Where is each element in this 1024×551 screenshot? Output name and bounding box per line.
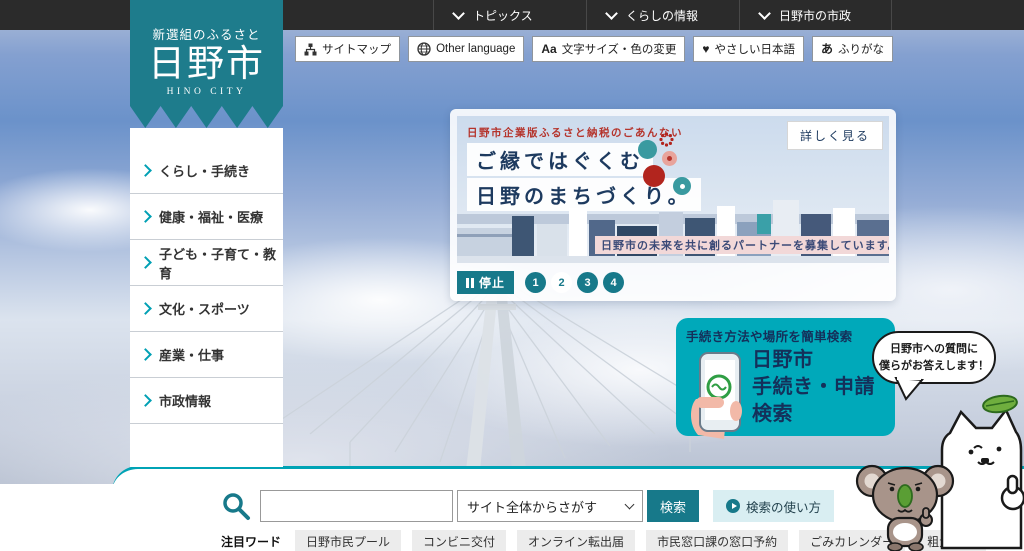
carousel-headline-line2: 日野のまちづくり。 bbox=[467, 178, 701, 211]
bubble-line1: 日野市への質問に bbox=[878, 341, 990, 358]
sitemap-button[interactable]: サイトマップ bbox=[295, 36, 400, 62]
sidebar-item-label: くらし・手続き bbox=[159, 161, 250, 180]
logo-panel: 新選組のふるさと 日野市 HINO CITY bbox=[130, 0, 283, 106]
search-help-label: 検索の使い方 bbox=[746, 497, 821, 516]
chevron-right-icon bbox=[139, 348, 152, 361]
globe-icon bbox=[417, 42, 431, 56]
sidebar-item-label: 産業・仕事 bbox=[159, 345, 224, 364]
chevron-right-icon bbox=[139, 210, 152, 223]
mascot-speech-bubble: 日野市への質問に 僕らがお答えします！ bbox=[872, 331, 996, 384]
chevron-right-icon bbox=[139, 164, 152, 177]
search-scope-select[interactable]: サイト全体からさがす bbox=[457, 490, 643, 522]
topnav-item-city-government[interactable]: 日野市の市政 bbox=[739, 0, 892, 30]
promo-title-line1: 日野市 bbox=[752, 347, 875, 374]
mascot-characters bbox=[850, 388, 1024, 551]
text-size-color-button[interactable]: Aa 文字サイズ・色の変更 bbox=[532, 36, 685, 62]
sidebar-item-label: 市政情報 bbox=[159, 391, 211, 410]
sidebar-item-label: 文化・スポーツ bbox=[159, 299, 250, 318]
stop-label: 停止 bbox=[479, 274, 505, 291]
utility-label: ふりがな bbox=[838, 41, 884, 57]
top-navigation: トピックス くらしの情報 日野市の市政 bbox=[433, 0, 892, 30]
furigana-icon: あ bbox=[821, 43, 833, 55]
phone-in-hand-icon bbox=[686, 347, 750, 439]
sidebar-item-culture-sports[interactable]: 文化・スポーツ bbox=[130, 286, 283, 332]
carousel-kicker: 日野市企業版ふるさと納税のごあんない bbox=[467, 125, 683, 140]
carousel-caption: 日野市の未来を共に創るパートナーを募集しています。 bbox=[595, 236, 889, 254]
promo-heading: 手続き方法や場所を簡単検索 bbox=[686, 326, 887, 345]
logo-zigzag-edge bbox=[130, 106, 283, 128]
site-search-bar: サイト全体からさがす 検索 検索の使い方 bbox=[221, 490, 834, 522]
play-circle-icon bbox=[726, 499, 740, 513]
carousel-controls: 停止 1 2 3 4 bbox=[457, 271, 889, 294]
chevron-right-icon bbox=[139, 394, 152, 407]
utility-label: やさしい日本語 bbox=[714, 41, 795, 57]
search-input[interactable] bbox=[260, 490, 453, 522]
carousel-stop-button[interactable]: 停止 bbox=[457, 271, 514, 294]
chevron-right-icon bbox=[139, 256, 152, 269]
topnav-item-topics[interactable]: トピックス bbox=[433, 0, 586, 30]
bottom-panel-left-fill bbox=[0, 484, 130, 551]
utility-bar: サイトマップ Other language Aa 文字サイズ・色の変更 ♥ やさ… bbox=[295, 36, 893, 62]
pause-icon bbox=[466, 278, 474, 288]
search-icon bbox=[221, 491, 251, 521]
decor-circle-salmon bbox=[662, 151, 677, 166]
chevron-right-icon bbox=[139, 302, 152, 315]
utility-label: サイトマップ bbox=[322, 41, 391, 57]
search-button[interactable]: 検索 bbox=[647, 490, 699, 522]
easy-japanese-button[interactable]: ♥ やさしい日本語 bbox=[693, 36, 804, 62]
bubble-line2: 僕らがお答えします！ bbox=[878, 358, 990, 375]
sitemap-icon bbox=[304, 43, 317, 56]
chevron-down-icon bbox=[605, 7, 618, 20]
utility-label: Other language bbox=[436, 43, 515, 55]
sidebar-menu: くらし・手続き 健康・福祉・医療 子ども・子育て・教育 文化・スポーツ 産業・仕… bbox=[130, 128, 283, 467]
sidebar-item-health-welfare[interactable]: 健康・福祉・医療 bbox=[130, 194, 283, 240]
search-scope-value: サイト全体からさがす bbox=[467, 497, 597, 516]
carousel-page-3[interactable]: 3 bbox=[577, 272, 598, 293]
text-size-icon: Aa bbox=[541, 43, 556, 55]
logo-romaji: HINO CITY bbox=[130, 87, 283, 97]
sidebar-item-label: 健康・福祉・医療 bbox=[159, 207, 263, 226]
decor-circle-teal-dot bbox=[673, 177, 691, 195]
chevron-down-icon bbox=[758, 7, 771, 20]
sidebar-item-children-education[interactable]: 子ども・子育て・教育 bbox=[130, 240, 283, 286]
keyword-tag[interactable]: コンビニ交付 bbox=[412, 530, 506, 551]
sidebar-item-industry-work[interactable]: 産業・仕事 bbox=[130, 332, 283, 378]
topnav-item-label: トピックス bbox=[473, 7, 533, 24]
hino-city-homepage: トピックス くらしの情報 日野市の市政 サイトマップ bbox=[0, 0, 1024, 551]
decor-circle-red bbox=[643, 165, 665, 187]
search-help-link[interactable]: 検索の使い方 bbox=[713, 490, 834, 522]
carousel-headline-line1: ご縁ではぐくむ bbox=[467, 143, 653, 176]
topnav-item-label: くらしの情報 bbox=[626, 7, 698, 24]
carousel-page-1[interactable]: 1 bbox=[525, 272, 546, 293]
detail-button[interactable]: 詳しく見る bbox=[787, 121, 883, 150]
chevron-down-icon bbox=[452, 7, 465, 20]
topnav-item-label: 日野市の市政 bbox=[779, 7, 851, 24]
carousel-slide-banner[interactable]: 日野市企業版ふるさと納税のごあんない ご縁ではぐくむ 日野のまちづくり。 日野市… bbox=[457, 116, 889, 263]
keyword-tag[interactable]: 市民窓口課の窓口予約 bbox=[646, 530, 788, 551]
chevron-down-icon bbox=[625, 500, 635, 510]
keywords-label: 注目ワード bbox=[221, 533, 281, 550]
flower-icon bbox=[659, 132, 674, 147]
furigana-button[interactable]: あ ふりがな bbox=[812, 36, 893, 62]
sidebar-item-label: 子ども・子育て・教育 bbox=[159, 244, 283, 282]
topnav-item-living-info[interactable]: くらしの情報 bbox=[586, 0, 739, 30]
carousel-page-2-active[interactable]: 2 bbox=[551, 272, 572, 293]
heart-icon: ♥ bbox=[702, 43, 709, 55]
utility-label: 文字サイズ・色の変更 bbox=[562, 41, 677, 57]
keyword-tag[interactable]: オンライン転出届 bbox=[517, 530, 635, 551]
site-logo[interactable]: 新選組のふるさと 日野市 HINO CITY bbox=[130, 0, 283, 128]
carousel-page-4[interactable]: 4 bbox=[603, 272, 624, 293]
sidebar-item-city-info[interactable]: 市政情報 bbox=[130, 378, 283, 424]
other-language-button[interactable]: Other language bbox=[408, 36, 524, 62]
decor-circle-teal bbox=[638, 140, 657, 159]
hero-carousel: 日野市企業版ふるさと納税のごあんない ご縁ではぐくむ 日野のまちづくり。 日野市… bbox=[450, 109, 896, 301]
sidebar-item-living-procedures[interactable]: くらし・手続き bbox=[130, 148, 283, 194]
logo-city-name: 日野市 bbox=[130, 43, 283, 87]
keyword-tag[interactable]: 日野市民プール bbox=[295, 530, 401, 551]
logo-tagline: 新選組のふるさと bbox=[130, 0, 283, 43]
